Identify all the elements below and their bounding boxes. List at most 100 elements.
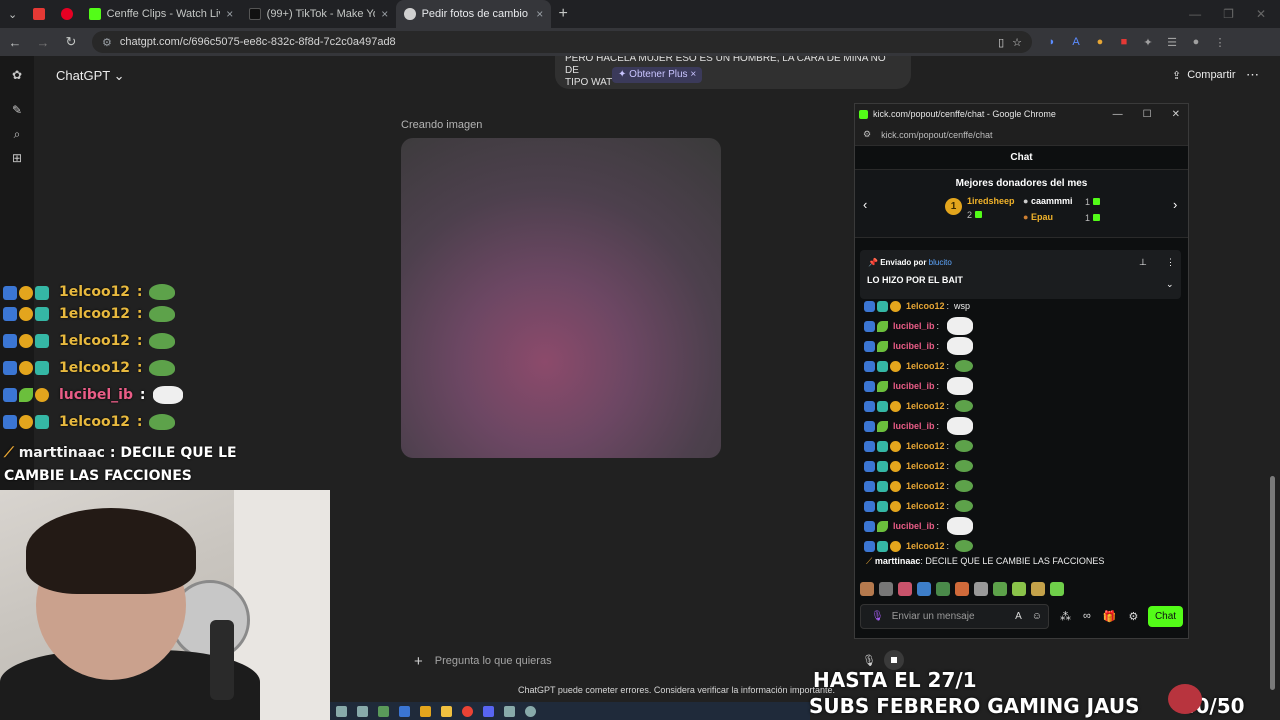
chat-username[interactable]: 1elcoo12 xyxy=(906,481,945,491)
unpin-icon[interactable]: ⊥ xyxy=(1139,257,1147,268)
site-info-icon[interactable]: ⚙ xyxy=(102,36,112,49)
extension-icon[interactable]: ◗ xyxy=(1046,36,1058,48)
emote-icon[interactable] xyxy=(993,582,1007,596)
taskbar-obs-icon[interactable] xyxy=(525,705,536,717)
taskbar-app-icon[interactable] xyxy=(504,705,515,717)
translate-icon[interactable]: A xyxy=(1070,36,1082,48)
extensions-puzzle-icon[interactable]: ✦ xyxy=(1142,36,1154,49)
taskbar-app-icon[interactable] xyxy=(336,705,347,717)
taskbar-app-icon[interactable] xyxy=(420,705,431,717)
taskbar-app-icon[interactable] xyxy=(378,705,389,717)
popout-address-bar[interactable]: ⚙ kick.com/popout/cenffe/chat xyxy=(855,124,1188,146)
chat-username[interactable]: 1elcoo12 xyxy=(906,441,945,451)
emote-icon[interactable] xyxy=(917,582,931,596)
tab-label: Cenffe Clips - Watch Live on Ki xyxy=(106,8,221,20)
emote-icon[interactable] xyxy=(936,582,950,596)
chat-username[interactable]: 1elcoo12 xyxy=(906,361,945,371)
maximize-icon[interactable]: ❐ xyxy=(1223,7,1234,21)
infinity-icon[interactable]: ∞ xyxy=(1083,610,1091,623)
pinned-message[interactable]: 📌 Enviado por blucito LO HIZO POR EL BAI… xyxy=(860,250,1181,299)
emote-icon[interactable] xyxy=(955,582,969,596)
forward-icon[interactable]: → xyxy=(36,35,50,50)
menu-dots-icon[interactable]: ⋮ xyxy=(1214,36,1226,49)
profile-avatar[interactable]: ● xyxy=(1190,36,1202,48)
tab-close-icon[interactable]: × xyxy=(381,7,388,21)
openai-logo-icon[interactable]: ✿ xyxy=(10,68,24,82)
chat-username[interactable]: 1elcoo12 xyxy=(906,541,945,551)
gift-icon[interactable]: 🎁 xyxy=(1103,610,1117,623)
share-button[interactable]: ⇪ Compartir xyxy=(1172,69,1236,82)
chat-username[interactable]: 1elcoo12 xyxy=(906,501,945,511)
extension-icon[interactable]: ● xyxy=(1094,36,1106,48)
chevron-down-icon[interactable]: ⌄ xyxy=(1166,279,1174,290)
tab-tiktok[interactable]: (99+) TikTok - Make Your Day × xyxy=(241,0,396,28)
adblock-icon[interactable]: ■ xyxy=(1118,36,1130,48)
pinned-more-icon[interactable]: ⋮ xyxy=(1166,257,1175,268)
chat-username[interactable]: 1elcoo12 xyxy=(906,301,945,311)
more-options-icon[interactable]: ⋯ xyxy=(1246,67,1259,83)
library-icon[interactable]: ⊞ xyxy=(10,151,24,165)
get-plus-chip[interactable]: ✦ Obtener Plus × xyxy=(612,67,703,83)
emote-icon[interactable] xyxy=(974,582,988,596)
settings-gear-icon[interactable]: ⚙ xyxy=(1129,610,1139,623)
search-icon[interactable]: ⌕ xyxy=(10,127,24,141)
bookmark-star-icon[interactable]: ☆ xyxy=(1012,36,1022,49)
emote-icon[interactable] xyxy=(879,582,893,596)
page-icon[interactable]: ▯ xyxy=(998,36,1004,49)
address-bar[interactable]: ⚙ chatgpt.com/c/696c5075-ee8c-832c-8f8d-… xyxy=(92,31,1032,53)
overlay-colon: : xyxy=(135,386,146,403)
reload-icon[interactable]: ↻ xyxy=(64,34,78,50)
minimize-icon[interactable]: — xyxy=(1189,7,1201,21)
stop-generating-button[interactable] xyxy=(884,650,904,670)
tab-youtube[interactable] xyxy=(25,0,53,28)
tab-chatgpt[interactable]: Pedir fotos de cambio × xyxy=(396,0,552,28)
taskbar-discord-icon[interactable] xyxy=(483,705,494,717)
emote-icon[interactable] xyxy=(1031,582,1045,596)
add-attachment-icon[interactable]: + xyxy=(414,653,423,670)
chat-username[interactable]: marttinaac xyxy=(875,556,921,566)
back-icon[interactable]: ← xyxy=(8,35,22,50)
tab-close-icon[interactable]: × xyxy=(226,7,233,21)
chat-username[interactable]: lucibel_ib xyxy=(893,421,935,431)
chat-username[interactable]: lucibel_ib xyxy=(893,521,935,531)
translate-icon[interactable]: A xyxy=(1015,611,1022,622)
taskbar-app-icon[interactable] xyxy=(357,705,368,717)
chat-username[interactable]: 1elcoo12 xyxy=(906,401,945,411)
chevron-left-icon[interactable]: ‹ xyxy=(863,197,867,212)
tab-search-button[interactable]: ⌄ xyxy=(0,0,25,28)
taskbar-app-icon[interactable] xyxy=(399,705,410,717)
chevron-right-icon[interactable]: › xyxy=(1173,197,1177,212)
emote-icon[interactable] xyxy=(1012,582,1026,596)
third-place-medal-icon: ● xyxy=(1023,212,1029,222)
points-icon[interactable]: ⁂ xyxy=(1060,610,1071,623)
chat-message-input[interactable]: 🎙 Enviar un mensaje A ☺ xyxy=(860,604,1049,629)
close-icon[interactable]: ✕ xyxy=(1172,109,1180,120)
emote-icon[interactable] xyxy=(860,582,874,596)
chat-username[interactable]: lucibel_ib xyxy=(893,341,935,351)
microphone-icon[interactable]: 🎙 xyxy=(862,654,876,667)
maximize-icon[interactable]: ☐ xyxy=(1143,109,1152,120)
emote-icon[interactable] xyxy=(898,582,912,596)
emoji-icon[interactable]: ☺ xyxy=(1032,611,1042,622)
minimize-icon[interactable]: — xyxy=(1113,109,1123,120)
model-selector[interactable]: ChatGPT ⌄ xyxy=(56,68,124,84)
chat-colon: : xyxy=(946,461,950,471)
chat-username[interactable]: lucibel_ib xyxy=(893,381,935,391)
taskbar-chrome-icon[interactable] xyxy=(462,705,473,717)
sidebar-icon[interactable]: ☰ xyxy=(1166,36,1178,49)
tab-kick-clips[interactable]: Cenffe Clips - Watch Live on Ki × xyxy=(81,0,241,28)
overlay-username: 1elcoo12 xyxy=(59,359,131,376)
site-info-icon[interactable]: ⚙ xyxy=(863,129,871,140)
close-icon[interactable]: ✕ xyxy=(1256,7,1266,21)
microphone-icon[interactable]: 🎙 xyxy=(871,611,884,622)
tab-close-icon[interactable]: × xyxy=(536,7,543,21)
new-tab-button[interactable]: + xyxy=(551,5,575,23)
page-scrollbar[interactable] xyxy=(1270,476,1275,690)
emote-icon[interactable] xyxy=(1050,582,1064,596)
chat-username[interactable]: 1elcoo12 xyxy=(906,461,945,471)
taskbar-folder-icon[interactable] xyxy=(441,705,452,717)
new-chat-icon[interactable]: ✎ xyxy=(10,103,24,117)
send-chat-button[interactable]: Chat xyxy=(1148,606,1183,627)
tab-pinterest[interactable] xyxy=(53,0,81,28)
chat-username[interactable]: lucibel_ib xyxy=(893,321,935,331)
